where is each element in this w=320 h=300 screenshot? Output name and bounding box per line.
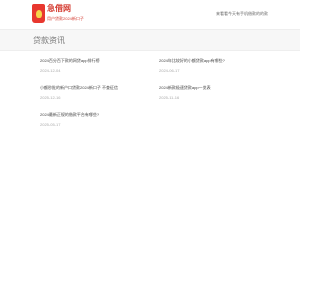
article-item[interactable]: 2024百分百下款的网贷app排行榜 2024-12-04 (40, 58, 150, 73)
article-title[interactable]: 2024最新正规的借款平台有哪些? (40, 112, 150, 117)
section-title: 贷款资讯 (33, 36, 65, 45)
article-date: 2025-05-17 (40, 122, 61, 127)
article-title[interactable]: 小额秒批的新户口贷款2024新口子 不查征信 (40, 85, 150, 90)
article-date: 2025-12-16 (40, 95, 61, 100)
section-header: 贷款资讯 (0, 29, 300, 51)
article-title[interactable]: 2024新款极速贷款app一览表 (159, 85, 269, 90)
article-item[interactable]: 2024最新正规的借款平台有哪些? 2025-05-17 (40, 112, 150, 127)
article-date: 2024-12-04 (40, 68, 61, 73)
article-date: 2025-11-16 (159, 95, 180, 100)
brand-name[interactable]: 急借网 (47, 4, 71, 13)
brand-logo-icon[interactable] (32, 4, 45, 23)
header-right-link[interactable]: 来看看今天有手机借款的的款 (216, 11, 268, 17)
article-date: 2024-06-17 (159, 68, 180, 73)
article-item[interactable]: 2024年比较好的小额贷款app有哪些? 2024-06-17 (159, 58, 269, 73)
article-title[interactable]: 2024百分百下款的网贷app排行榜 (40, 58, 150, 63)
site-header: 急借网 用户贷款2024新口子 来看看今天有手机借款的的款 (0, 0, 300, 29)
article-item[interactable]: 小额秒批的新户口贷款2024新口子 不查征信 2025-12-16 (40, 85, 150, 100)
article-title[interactable]: 2024年比较好的小额贷款app有哪些? (159, 58, 269, 63)
article-item[interactable]: 2024新款极速贷款app一览表 2025-11-16 (159, 85, 269, 100)
brand-tagline: 用户贷款2024新口子 (47, 16, 84, 21)
